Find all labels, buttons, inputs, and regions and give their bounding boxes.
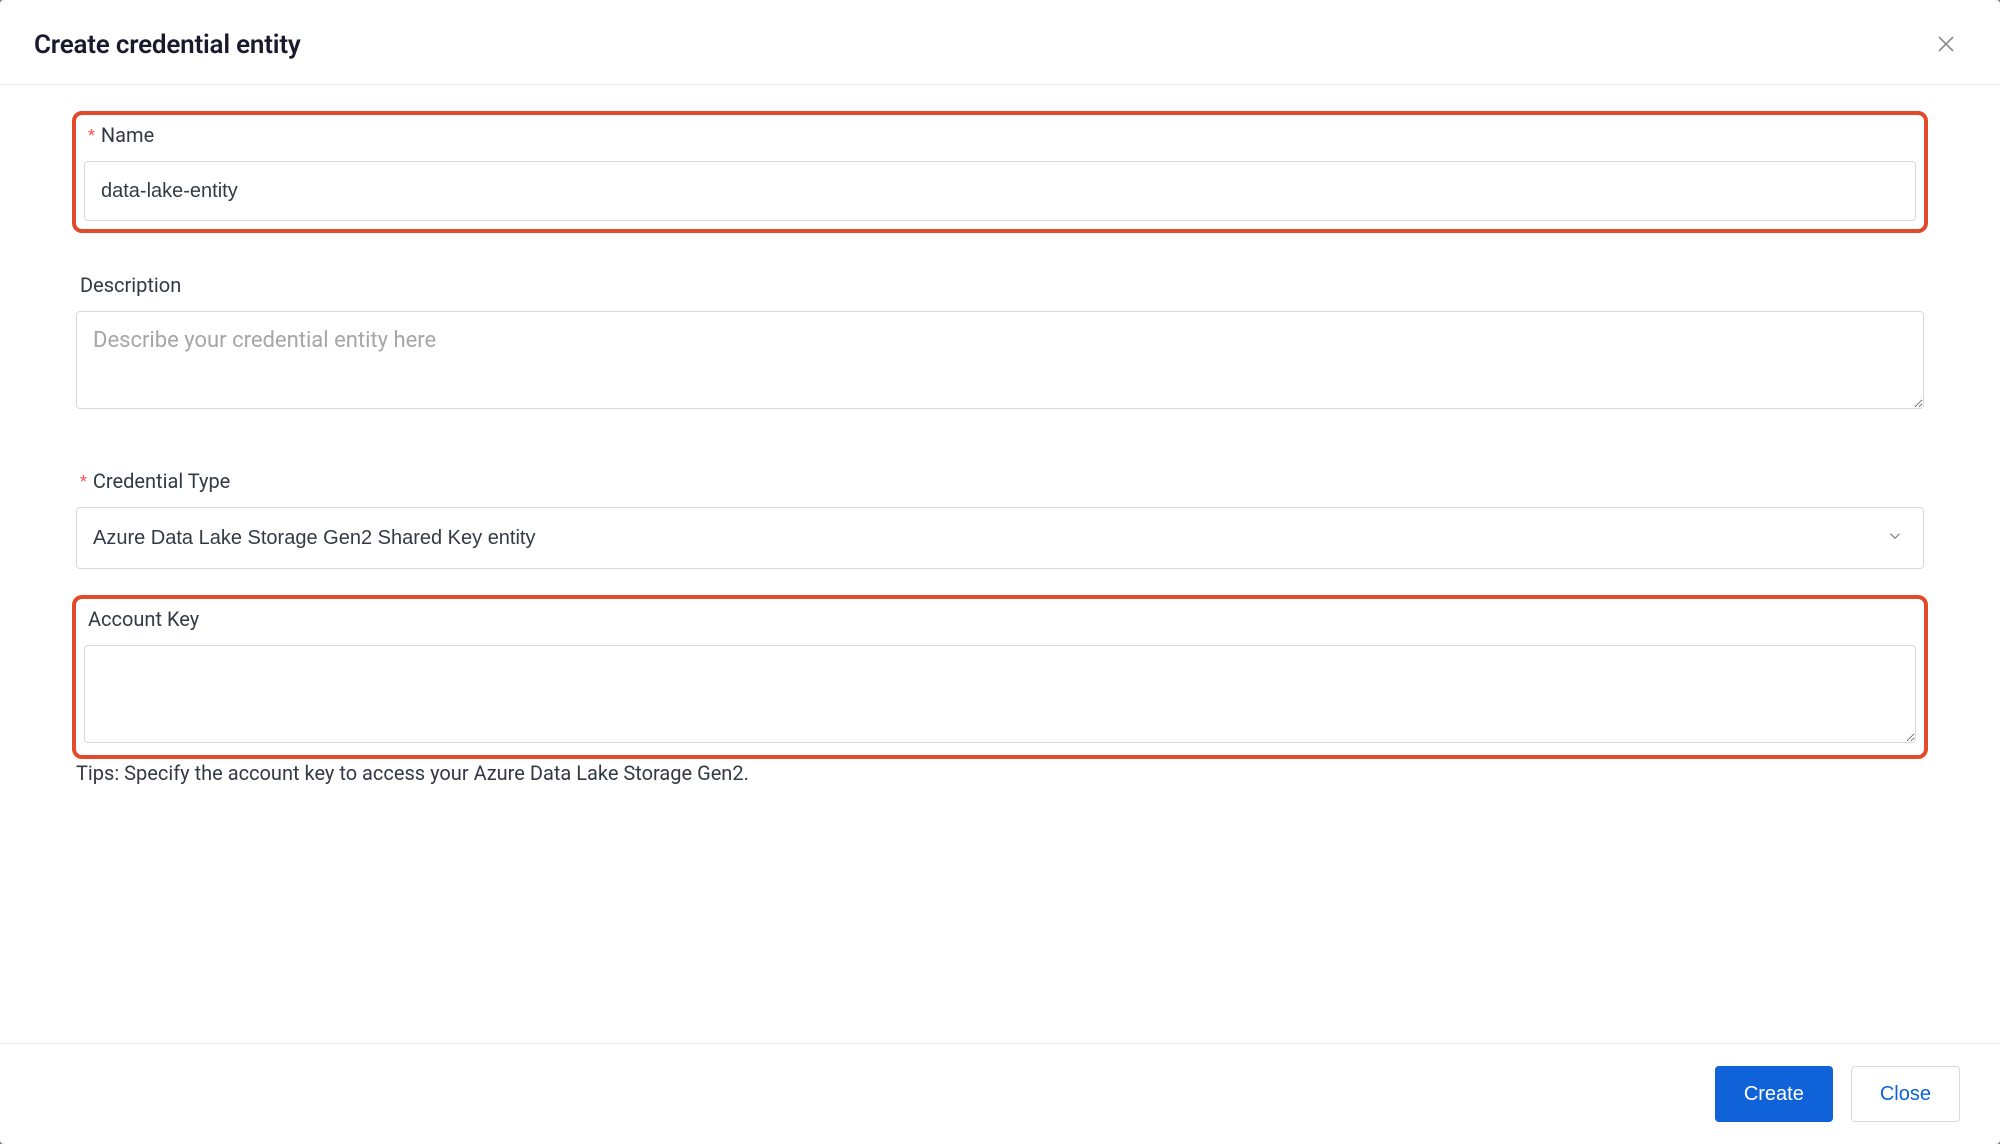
modal-title: Create credential entity	[34, 30, 301, 60]
modal-body: Name Description Credential Type Azure D…	[0, 85, 2000, 1043]
credential-type-label: Credential Type	[76, 469, 1924, 493]
close-icon	[1934, 32, 1958, 59]
create-button[interactable]: Create	[1715, 1066, 1833, 1122]
account-key-tips: Tips: Specify the account key to access …	[72, 761, 1928, 785]
close-icon-button[interactable]	[1932, 31, 1960, 59]
modal-footer: Create Close	[0, 1043, 2000, 1144]
account-key-textarea[interactable]	[84, 645, 1916, 743]
account-key-label: Account Key	[84, 607, 1916, 631]
name-label: Name	[84, 123, 1916, 147]
credential-type-select[interactable]: Azure Data Lake Storage Gen2 Shared Key …	[76, 507, 1924, 569]
description-field-group: Description	[72, 265, 1928, 421]
close-button[interactable]: Close	[1851, 1066, 1960, 1122]
modal-header: Create credential entity	[0, 0, 2000, 85]
description-textarea[interactable]	[76, 311, 1924, 409]
create-credential-modal: Create credential entity Name Descriptio…	[0, 0, 2000, 1144]
credential-type-select-wrap: Azure Data Lake Storage Gen2 Shared Key …	[76, 507, 1924, 569]
account-key-field-group: Account Key	[72, 595, 1928, 759]
description-label: Description	[76, 273, 1924, 297]
credential-type-field-group: Credential Type Azure Data Lake Storage …	[72, 461, 1928, 577]
name-field-group: Name	[72, 111, 1928, 233]
name-input[interactable]	[84, 161, 1916, 221]
